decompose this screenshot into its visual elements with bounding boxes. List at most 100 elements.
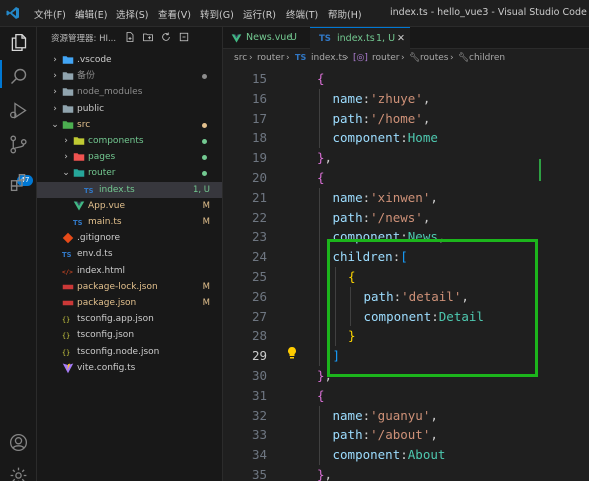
tree-item-tsconfig-node-json[interactable]: {} tsconfig.node.json	[37, 344, 222, 360]
tree-item-package-json[interactable]: package.json M	[37, 295, 222, 311]
breadcrumb-file[interactable]: index.ts	[311, 53, 347, 63]
tree-item-index-html[interactable]: </> index.html	[37, 263, 222, 279]
folder-icon	[73, 167, 85, 179]
menu-go[interactable]: 转到(G)	[200, 7, 234, 21]
code-line[interactable]: },	[317, 465, 332, 481]
tree-item-pages[interactable]: › pages	[37, 149, 222, 165]
indent-guide	[319, 346, 320, 366]
tree-item-package-lock-json[interactable]: package-lock.json M	[37, 279, 222, 295]
tree-item-label: vite.config.ts	[77, 362, 136, 373]
ts-file-icon: TS	[295, 53, 307, 62]
source-control-icon[interactable]	[8, 134, 29, 155]
code-line[interactable]: {	[317, 386, 325, 406]
tree-item-node-modules[interactable]: › node_modules	[37, 84, 222, 100]
title-bar: 文件(F) 编辑(E) 选择(S) 查看(V) 转到(G) 运行(R) 终端(T…	[0, 0, 589, 27]
collapse-all-icon[interactable]	[178, 31, 190, 43]
breadcrumb-src[interactable]: src	[234, 53, 247, 63]
menu-help[interactable]: 帮助(H)	[328, 7, 362, 21]
menu-selection[interactable]: 选择(S)	[116, 7, 148, 21]
code-line[interactable]: name:'zhuye',	[333, 89, 431, 109]
chevron-right-icon: ›	[249, 53, 253, 63]
chevron-right-icon[interactable]: ›	[49, 103, 61, 115]
line-number: 18	[251, 130, 267, 146]
code-editor[interactable]: 15 16 17 18 19 20 21 22 23 24 25 26 27 28 29 30 31 32 33 34…	[223, 67, 589, 481]
tab-index-ts[interactable]: TS index.ts 1, U ✕	[310, 27, 410, 49]
search-icon[interactable]	[8, 66, 29, 87]
breadcrumb-router-symbol[interactable]: router	[372, 53, 399, 63]
tree-item-tsconfig-json[interactable]: {} tsconfig.json	[37, 327, 222, 343]
lightbulb-icon[interactable]	[286, 346, 298, 360]
menu-file[interactable]: 文件(F)	[34, 7, 66, 21]
code-line[interactable]: },	[317, 148, 332, 168]
menu-edit[interactable]: 编辑(E)	[75, 7, 107, 21]
code-token: path	[332, 110, 363, 126]
refresh-icon[interactable]	[160, 31, 172, 43]
chevron-right-icon[interactable]: ›	[49, 70, 61, 82]
menu-run[interactable]: 运行(R)	[243, 7, 276, 21]
menu-terminal[interactable]: 终端(T)	[286, 7, 318, 21]
tree-item-components[interactable]: › components	[37, 133, 222, 149]
tree-item-index-ts[interactable]: TS index.ts 1, U	[37, 181, 222, 198]
tree-item-main-ts[interactable]: TS main.ts M	[37, 214, 222, 230]
new-file-icon[interactable]	[124, 31, 136, 43]
breadcrumb-router[interactable]: router	[257, 53, 284, 63]
tree-item-tsconfig-app-json[interactable]: {} tsconfig.app.json	[37, 311, 222, 327]
tree-item-public[interactable]: › public	[37, 101, 222, 117]
close-icon[interactable]: ✕	[397, 33, 405, 44]
code-line[interactable]: name:'xinwen',	[333, 188, 438, 208]
chevron-right-icon[interactable]: ›	[49, 86, 61, 98]
tree-item-label: 备份	[77, 71, 96, 82]
chevron-right-icon[interactable]: ›	[49, 54, 61, 66]
breadcrumb-routes[interactable]: routes	[420, 53, 448, 63]
line-number: 16	[251, 90, 267, 106]
code-line[interactable]: {	[317, 69, 325, 89]
line-number: 15	[251, 71, 267, 86]
tree-item-label: env.d.ts	[77, 249, 113, 260]
new-folder-icon[interactable]	[142, 31, 154, 43]
tree-item-[interactable]: › 备份	[37, 68, 222, 84]
code-line[interactable]: name:'guanyu',	[333, 406, 438, 426]
npm-file-icon	[62, 297, 74, 309]
run-debug-icon[interactable]	[8, 100, 29, 121]
tree-item-env-d-ts[interactable]: TS env.d.ts	[37, 246, 222, 262]
extensions-icon[interactable]	[8, 172, 29, 193]
manage-gear-icon[interactable]	[8, 465, 29, 481]
code-line[interactable]: path:'/news',	[333, 208, 431, 228]
modified-dot	[202, 171, 207, 177]
tab-news-vue[interactable]: News.vue U	[223, 27, 309, 49]
folder-icon	[62, 86, 74, 98]
indent-guide	[319, 108, 320, 129]
tree-item-label: main.ts	[88, 217, 122, 227]
code-token: ,	[422, 209, 431, 225]
chevron-right-icon[interactable]: ›	[60, 151, 72, 163]
code-token: 'zhuye'	[370, 90, 423, 106]
tree-item-src[interactable]: ⌄ src	[37, 117, 222, 133]
chevron-down-icon[interactable]: ⌄	[60, 167, 72, 179]
code-line[interactable]: component:About	[333, 445, 446, 465]
chevron-down-icon[interactable]: ⌄	[49, 119, 61, 131]
menu-view[interactable]: 查看(V)	[158, 7, 191, 21]
folder-icon	[62, 119, 74, 131]
account-icon[interactable]	[8, 432, 29, 453]
vite-file-icon	[62, 362, 74, 374]
wrench-icon: 🔧︎	[458, 53, 470, 63]
folder-icon	[62, 54, 74, 66]
line-number: 22	[251, 209, 267, 225]
code-line[interactable]: component:Home	[333, 128, 438, 148]
breadcrumb-children[interactable]: children	[469, 53, 505, 63]
chevron-right-icon[interactable]: ›	[60, 135, 72, 147]
code-token: ,	[324, 467, 333, 481]
svg-text:TS: TS	[62, 251, 72, 259]
chevron-right-icon: ›	[450, 53, 454, 63]
line-number: 27	[251, 308, 267, 324]
line-number: 35	[251, 467, 267, 481]
tree-item-gitignore[interactable]: .gitignore	[37, 230, 222, 246]
files-icon[interactable]	[8, 32, 29, 53]
tree-item-router[interactable]: ⌄ router	[37, 165, 222, 181]
code-line[interactable]: path:'/about',	[333, 425, 438, 445]
tree-item-vscode[interactable]: › .vscode	[37, 52, 222, 68]
tree-item-vite-config-ts[interactable]: vite.config.ts	[37, 360, 222, 376]
code-line[interactable]: path:'/home',	[333, 109, 431, 129]
tree-item-app-vue[interactable]: App.vue M	[37, 198, 222, 214]
code-line[interactable]: {	[317, 168, 325, 188]
